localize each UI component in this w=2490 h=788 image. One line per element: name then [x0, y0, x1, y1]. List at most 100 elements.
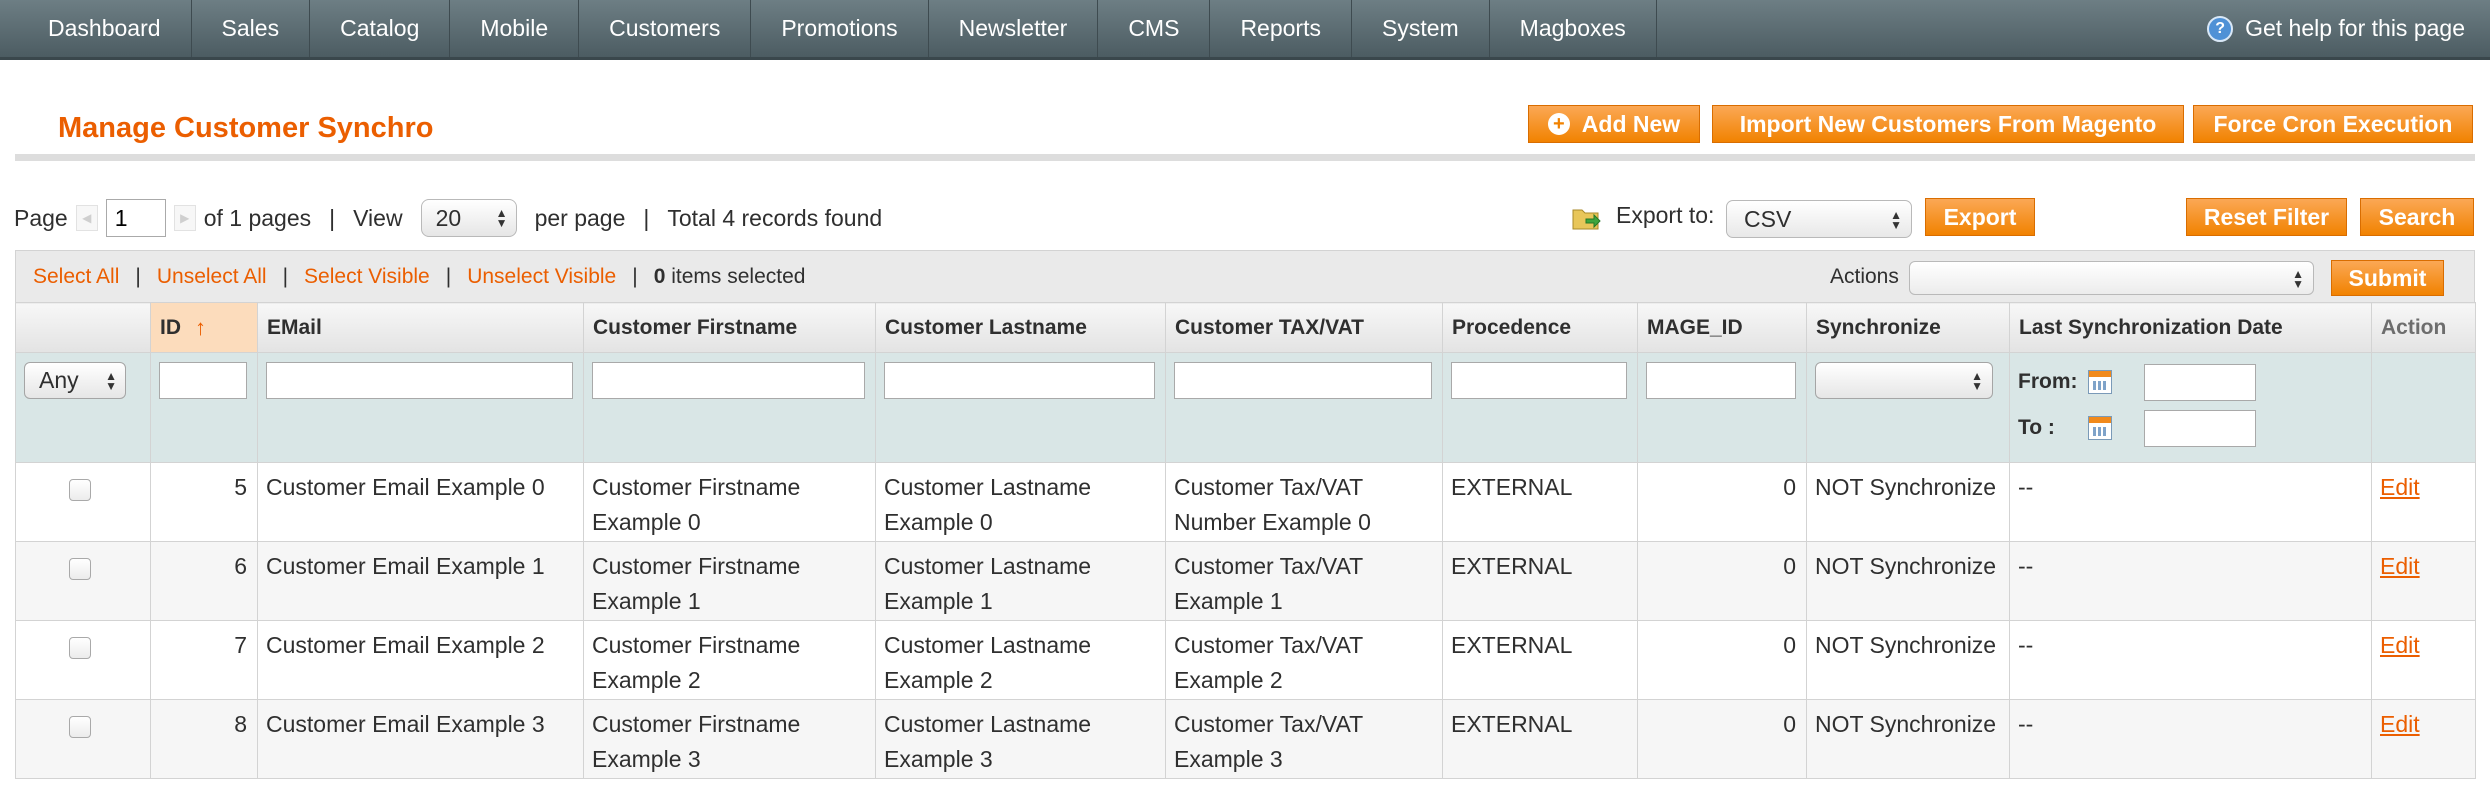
- selected-suffix: items selected: [665, 265, 806, 288]
- per-page-label: per page: [534, 204, 626, 231]
- filter-cell-id: [150, 352, 258, 463]
- cell-email: Customer Email Example 3: [257, 699, 584, 779]
- column-header-id[interactable]: ID ↑: [150, 302, 258, 353]
- date-from-input[interactable]: [2144, 363, 2256, 401]
- filter-synchronize-select[interactable]: ▲ ▼: [1815, 362, 1993, 399]
- filter-email-input[interactable]: [266, 362, 573, 399]
- cell-email: Customer Email Example 1: [257, 541, 584, 621]
- massaction-filter-select[interactable]: Any ▲ ▼: [24, 362, 126, 399]
- massaction-links: Select All | Unselect All | Select Visible | U…: [33, 251, 805, 303]
- search-button[interactable]: Search: [2360, 198, 2474, 236]
- export-format-select[interactable]: CSV ▲ ▼: [1726, 200, 1912, 238]
- force-cron-button[interactable]: Force Cron Execution: [2193, 105, 2473, 143]
- prev-page-icon[interactable]: ◀: [75, 205, 98, 231]
- row-checkbox[interactable]: [68, 716, 91, 738]
- select-visible-link[interactable]: Select Visible: [304, 265, 430, 288]
- nav-item-dashboard[interactable]: Dashboard: [18, 0, 192, 57]
- cell-action: Edit: [2371, 462, 2476, 542]
- nav-item-promotions[interactable]: Promotions: [751, 0, 929, 57]
- divider: |: [632, 265, 638, 288]
- select-arrows-icon: ▲ ▼: [105, 368, 117, 393]
- column-header-lastname[interactable]: Customer Lastname: [875, 302, 1166, 353]
- reset-filter-button[interactable]: Reset Filter: [2186, 198, 2347, 236]
- filter-firstname-input[interactable]: [592, 362, 865, 399]
- export-format-value: CSV: [1744, 206, 1792, 232]
- column-header-procedence[interactable]: Procedence: [1442, 302, 1638, 353]
- cell-taxvat: Customer Tax/VAT Example 1: [1165, 541, 1443, 621]
- cell-procedence: EXTERNAL: [1442, 541, 1638, 621]
- filter-cell-taxvat: [1165, 352, 1443, 463]
- row-checkbox[interactable]: [68, 558, 91, 580]
- submit-button[interactable]: Submit: [2331, 260, 2444, 296]
- divider: |: [135, 265, 141, 288]
- edit-link[interactable]: Edit: [2380, 474, 2420, 500]
- cell-procedence: EXTERNAL: [1442, 462, 1638, 542]
- filter-row: Any ▲ ▼ ▲ ▼ From: To :: [15, 352, 2476, 463]
- filter-cell-action: [2371, 352, 2476, 463]
- add-new-button[interactable]: + Add New: [1528, 105, 1700, 143]
- help-link[interactable]: ? Get help for this page: [2207, 0, 2465, 57]
- filter-cell-firstname: [583, 352, 876, 463]
- filter-procedence-input[interactable]: [1451, 362, 1627, 399]
- edit-link[interactable]: Edit: [2380, 711, 2420, 737]
- nav-item-mobile[interactable]: Mobile: [450, 0, 580, 57]
- next-page-icon[interactable]: ▶: [173, 205, 196, 231]
- select-arrows-icon: ▲ ▼: [1890, 208, 1902, 232]
- page-input[interactable]: [105, 199, 166, 237]
- column-header-email[interactable]: EMail: [257, 302, 584, 353]
- nav-item-magboxes[interactable]: Magboxes: [1490, 0, 1657, 57]
- calendar-icon[interactable]: [2088, 416, 2112, 440]
- filter-lastname-input[interactable]: [884, 362, 1155, 399]
- calendar-icon[interactable]: [2088, 370, 2112, 394]
- export-button[interactable]: Export: [1925, 198, 2035, 236]
- table-row: 6 Customer Email Example 1 Customer Firs…: [15, 541, 2476, 621]
- per-page-select[interactable]: 20 ▲ ▼: [420, 199, 517, 237]
- actions-select[interactable]: ▲ ▼: [1909, 261, 2314, 295]
- column-header-last-sync[interactable]: Last Synchronization Date: [2009, 302, 2372, 353]
- table-row: 5 Customer Email Example 0 Customer Firs…: [15, 462, 2476, 542]
- column-header-taxvat[interactable]: Customer TAX/VAT: [1165, 302, 1443, 353]
- cell-synchronize: NOT Synchronize: [1806, 462, 2010, 542]
- unselect-all-link[interactable]: Unselect All: [157, 265, 267, 288]
- cell-id: 5: [150, 462, 258, 542]
- filter-mage-id-input[interactable]: [1646, 362, 1796, 399]
- nav-item-catalog[interactable]: Catalog: [310, 0, 451, 57]
- unselect-visible-link[interactable]: Unselect Visible: [467, 265, 616, 288]
- import-customers-button[interactable]: Import New Customers From Magento: [1712, 105, 2184, 143]
- page-label: Page: [14, 204, 68, 231]
- cell-last-sync: --: [2009, 699, 2372, 779]
- date-to-line: To :: [2018, 408, 2371, 448]
- edit-link[interactable]: Edit: [2380, 632, 2420, 658]
- sort-arrow-icon: ↑: [195, 314, 206, 340]
- select-arrows-icon: ▲ ▼: [495, 206, 508, 230]
- per-page-value: 20: [435, 204, 462, 231]
- table-row: 7 Customer Email Example 2 Customer Firs…: [15, 620, 2476, 700]
- nav-item-cms[interactable]: CMS: [1098, 0, 1211, 57]
- divider: |: [329, 204, 336, 231]
- edit-link[interactable]: Edit: [2380, 553, 2420, 579]
- column-header-mage-id[interactable]: MAGE_ID: [1637, 302, 1807, 353]
- nav-item-sales[interactable]: Sales: [192, 0, 311, 57]
- row-checkbox[interactable]: [68, 637, 91, 659]
- column-header-firstname[interactable]: Customer Firstname: [583, 302, 876, 353]
- cell-id: 6: [150, 541, 258, 621]
- divider: |: [282, 265, 289, 288]
- nav-item-customers[interactable]: Customers: [579, 0, 752, 57]
- filter-taxvat-input[interactable]: [1174, 362, 1432, 399]
- customer-grid: ID ↑ EMail Customer Firstname Customer La…: [15, 302, 2476, 779]
- nav-item-newsletter[interactable]: Newsletter: [929, 0, 1099, 57]
- total-records: Total 4 records found: [667, 204, 883, 231]
- row-checkbox-cell: [15, 620, 151, 700]
- pager: Page ◀ ▶ of 1 pages | View 20 ▲▼ per pag…: [14, 198, 882, 238]
- cell-firstname: Customer Firstname Example 1: [583, 541, 876, 621]
- nav-item-reports[interactable]: Reports: [1210, 0, 1352, 57]
- column-header-synchronize[interactable]: Synchronize: [1806, 302, 2010, 353]
- row-checkbox[interactable]: [68, 479, 91, 501]
- filter-id-input[interactable]: [159, 362, 247, 399]
- cell-id: 7: [150, 620, 258, 700]
- nav-item-system[interactable]: System: [1352, 0, 1490, 57]
- date-to-input[interactable]: [2144, 409, 2256, 447]
- select-all-link[interactable]: Select All: [33, 265, 119, 288]
- cell-last-sync: --: [2009, 541, 2372, 621]
- add-new-label: Add New: [1581, 111, 1681, 137]
